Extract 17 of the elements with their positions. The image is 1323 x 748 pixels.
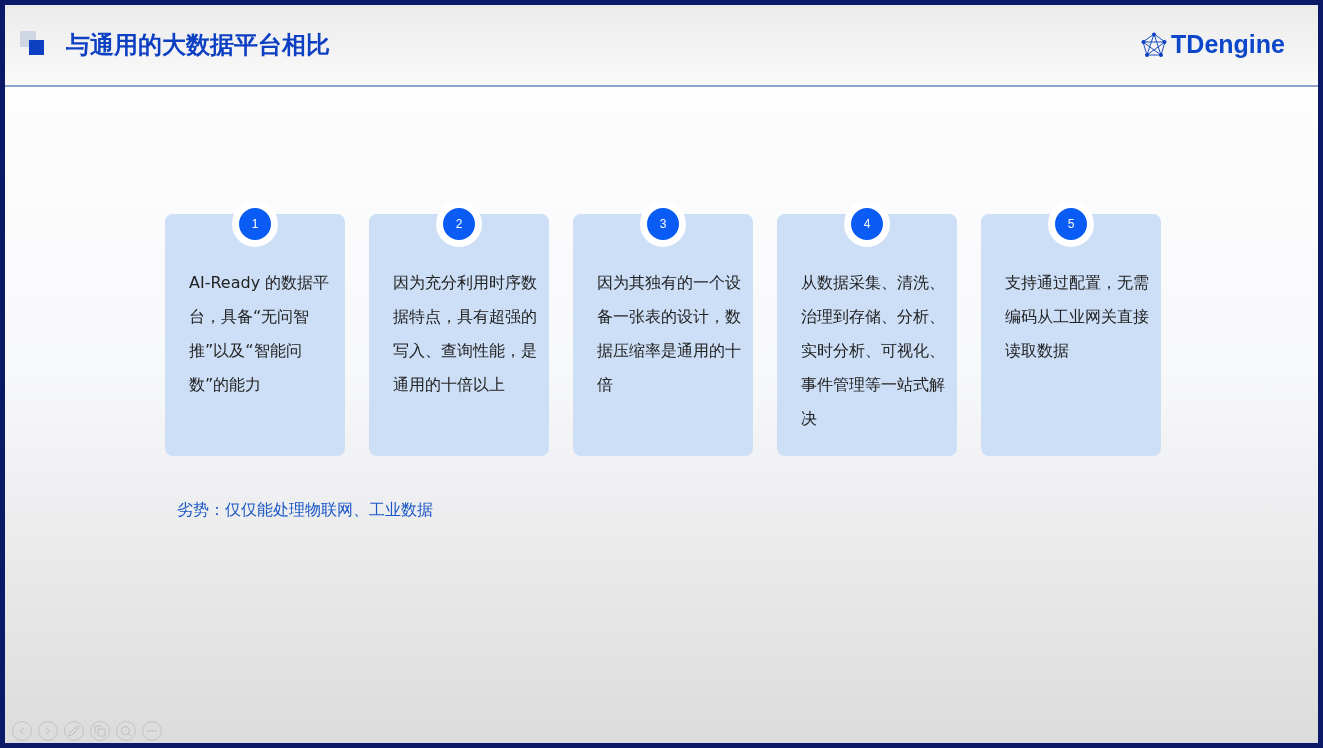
note-text: 劣势：仅仅能处理物联网、工业数据 [177, 499, 434, 521]
slide-title: 与通用的大数据平台相比 [66, 30, 330, 61]
card-text: 因为其独有的一个设备一张表的设计，数据压缩率是通用的十倍 [597, 272, 742, 396]
logo-text: TDengine [1171, 29, 1285, 61]
number-badge: 4 [844, 201, 890, 247]
pencil-icon [68, 725, 80, 737]
card-text: AI-Ready 的数据平台，具备“无问智推”以及“智能问数”的能力 [189, 272, 331, 396]
slides-icon [94, 725, 106, 737]
logo-icon [1141, 32, 1168, 58]
card-text: 支持通过配置，无需编码从工业网关直接读取数据 [1005, 272, 1150, 362]
number-badge: 1 [232, 201, 278, 247]
number-badge: 2 [436, 201, 482, 247]
number-badge: 5 [1048, 201, 1094, 247]
card-text: 因为充分利用时序数据特点，具有超强的写入、查询性能，是通用的十倍以上 [393, 272, 538, 396]
zoom-icon [120, 725, 132, 737]
number-badge: 3 [640, 201, 686, 247]
card-text: 从数据采集、清洗、治理到存储、分析、实时分析、可视化、事件管理等一站式解决 [801, 272, 946, 430]
